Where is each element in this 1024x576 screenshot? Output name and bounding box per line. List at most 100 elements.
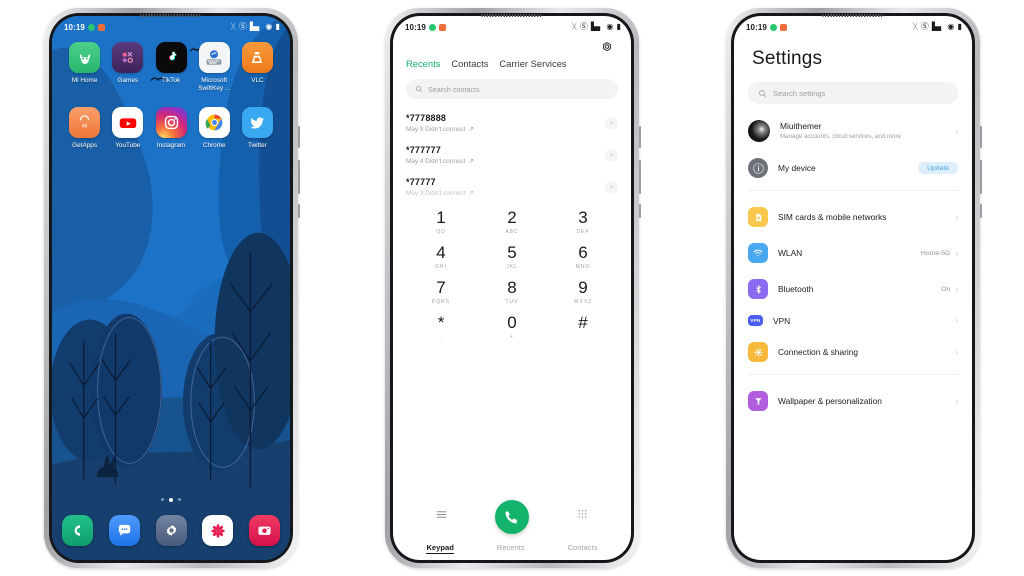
bluetooth-icon [748,279,768,299]
app-row: Mi Home Games TikTok Microsoft SwiftKey … [60,42,282,93]
power-button[interactable] [980,204,982,218]
home-screen: 10:19 ᚷ Ⓢ ▙▖ ◉ ▮ Mi Home Games TikTok Mi… [52,16,290,560]
dock [52,515,290,560]
settings-row-vpn[interactable]: VPN VPN › [734,307,972,334]
gear-icon[interactable] [599,40,617,58]
tab-recents[interactable]: Recents [406,58,440,69]
key-6[interactable]: 6 MNO [555,244,611,270]
app-swiftkey[interactable]: Microsoft SwiftKey ... [193,42,236,93]
search-settings-input[interactable]: Search settings [748,82,958,104]
status-time: 10:19 [746,22,767,32]
dock-phone-app[interactable] [62,515,93,546]
power-button[interactable] [639,204,641,218]
update-badge[interactable]: Update [918,162,958,174]
dialpad-grid-icon[interactable] [576,508,589,526]
app-grid: Mi Home Games TikTok Microsoft SwiftKey … [52,16,290,164]
key-9[interactable]: 9 WXYZ [555,279,611,305]
nav-contacts[interactable]: Contacts [568,543,598,554]
key-letters: DEF [576,229,590,235]
volume-up-button[interactable] [639,126,641,148]
key-star[interactable]: *. [413,314,469,340]
status-bar-right: ᚷ Ⓢ ▙▖ ◉ ▮ [231,23,280,31]
device-info-icon [748,158,768,178]
key-2[interactable]: 2 ABC [484,209,540,235]
nav-recents[interactable]: Recents [497,543,525,554]
page-dot-active[interactable] [169,498,173,502]
search-contacts-input[interactable]: Search contacts [406,79,618,99]
nav-keypad[interactable]: Keypad [426,543,454,554]
volume-up-button[interactable] [298,126,300,148]
key-5[interactable]: 5 JKL [484,244,540,270]
dock-messages-app[interactable] [108,515,140,546]
row-label: Bluetooth [778,284,814,294]
key-digit: # [578,313,588,332]
key-4[interactable]: 4 GHI [413,244,469,270]
volume-down-button[interactable] [639,160,641,194]
key-digit: 6 [578,243,588,262]
page-dot[interactable] [161,498,164,501]
app-label: Microsoft SwiftKey ... [198,77,231,92]
outgoing-arrow-icon: ↗ [468,126,474,133]
key-3[interactable]: 3 DEF [555,209,611,235]
key-8[interactable]: 8 TUV [484,279,540,305]
phone-dialer-screen: 10:19 ᚷ Ⓢ ▙▖ ◉ ▮ Recents Contacts Carrie… [385,8,641,568]
app-getapps[interactable]: mi GetApps [63,107,106,150]
call-row[interactable]: *777777 May 4 Didn't connect ↗ › [393,139,631,171]
settings-row-connection-sharing[interactable]: Connection & sharing › [734,334,972,370]
row-value: On [941,285,951,293]
key-1[interactable]: 1 QD [413,209,469,235]
call-row[interactable]: *7778888 May 9 Didn't connect ↗ › [393,107,631,139]
dialpad: 1 QD 2 ABC 3 DEF 4 GHI 5 JKL 6 MNO 7 PQRS 8 TUV [393,203,631,340]
settings-row-account[interactable]: Miuithemer Manage accounts, cloud servic… [734,112,972,150]
row-right: › [950,213,958,222]
volume-down-button[interactable] [298,160,300,194]
app-youtube[interactable]: YouTube [106,107,149,150]
page-dot[interactable] [178,498,181,501]
settings-app: 10:19 ᚷ Ⓢ ▙▖ ◉ ▮ Settings Search setting… [734,16,972,560]
row-label: Connection & sharing [778,347,859,357]
settings-row-sim-cards[interactable]: SIM cards & mobile networks › [734,199,972,235]
row-label: Wallpaper & personalization [778,396,882,406]
volume-up-button[interactable] [980,126,982,148]
vpn-icon: VPN [748,315,763,326]
call-row[interactable]: *77777 May 3 Didn't connect ↗ › [393,171,631,203]
dock-settings-app[interactable] [155,515,187,546]
volume-down-button[interactable] [980,160,982,194]
battery-icon: ▮ [616,22,621,31]
power-button[interactable] [298,204,300,218]
key-hash[interactable]: # [555,314,611,340]
settings-row-bluetooth[interactable]: Bluetooth On › [734,271,972,307]
status-bar: 10:19 ᚷ Ⓢ ▙▖ ◉ ▮ [734,16,972,36]
app-label: TikTok [161,77,181,84]
chevron-right-icon[interactable]: › [605,148,618,162]
app-label: Twitter [248,142,267,149]
app-vlc[interactable]: VLC [236,42,279,93]
app-games[interactable]: Games [106,42,149,93]
chevron-right-icon: › [955,316,958,325]
app-chrome[interactable]: Chrome [193,107,236,150]
app-mi-home[interactable]: Mi Home [63,42,106,93]
key-digit: 3 [578,208,588,227]
dialpad-row: *. 0 + # [413,314,611,340]
earpiece-speaker [481,14,543,17]
app-instagram[interactable]: Instagram [149,107,192,150]
settings-row-wallpaper[interactable]: Wallpaper & personalization › [734,383,972,419]
instagram-icon [155,107,187,138]
dnd-icon: Ⓢ [920,22,929,31]
call-button[interactable] [494,500,529,534]
settings-row-wlan[interactable]: WLAN Home-5G › [734,235,972,271]
key-7[interactable]: 7 PQRS [413,279,469,305]
dock-themes-app[interactable] [202,515,234,546]
tab-carrier-services[interactable]: Carrier Services [499,58,566,69]
dock-camera-app[interactable] [249,515,280,546]
app-twitter[interactable]: Twitter [236,107,279,150]
settings-row-my-device[interactable]: My device Update [734,150,972,186]
vlc-icon [241,42,273,73]
dialer-screen: 10:19 ᚷ Ⓢ ▙▖ ◉ ▮ Recents Contacts Carrie… [393,16,631,560]
app-tiktok[interactable]: TikTok [149,42,192,93]
chevron-right-icon[interactable]: › [605,116,618,130]
hamburger-icon[interactable] [435,508,448,526]
tab-contacts[interactable]: Contacts [451,58,488,69]
key-0[interactable]: 0 + [484,314,540,340]
avatar [748,120,770,142]
